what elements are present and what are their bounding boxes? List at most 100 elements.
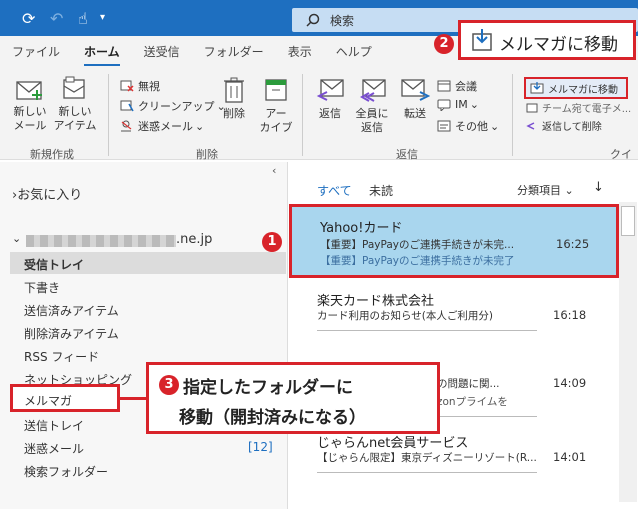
quickstep-reply-delete[interactable]: 返信して削除 (526, 118, 602, 133)
junk-label: 迷惑メール (138, 120, 193, 133)
junk-button[interactable]: 迷惑メール ⌄ (120, 118, 204, 134)
tab-folder[interactable]: フォルダー (204, 43, 264, 60)
touch-mode-icon[interactable]: ☝ (78, 9, 88, 28)
more-button[interactable]: その他 ⌄ (437, 118, 499, 134)
customize-dropdown-icon[interactable]: ▾ (100, 12, 105, 23)
message-subject: 【じゃらん限定】東京ディズニーリゾート(R... (317, 452, 537, 464)
message-item[interactable]: Yahoo!カード 【重要】PayPayのご連携手続きが未完... 【重要】Pa… (289, 204, 619, 278)
reply-all-label: 全員に 返信 (355, 107, 389, 134)
reply-all-icon (359, 79, 386, 102)
cleanup-button[interactable]: クリーンアップ ⌄ (120, 98, 226, 114)
reply-label: 返信 (319, 107, 341, 120)
junk-dropdown-icon: ⌄ (195, 119, 205, 133)
tab-view[interactable]: 表示 (288, 43, 312, 60)
message-subject: カード利用のお知らせ(本人ご利用分) (317, 310, 493, 322)
message-sender: じゃらんnet会員サービス (317, 436, 469, 451)
filter-unread[interactable]: 未読 (369, 182, 393, 199)
chevron-down-icon: ⌄ (12, 232, 22, 245)
team-email-label: チーム宛て電子メ... (542, 104, 632, 115)
sort-direction-icon[interactable]: ↓ (593, 180, 604, 195)
callout-move-label: メルマガに移動 (499, 35, 618, 55)
favorites-header[interactable]: ›お気に入り (12, 184, 82, 203)
reply-delete-label: 返信して削除 (542, 122, 602, 133)
ribbon-separator (512, 74, 513, 156)
message-list: すべて 未読 分類項目 ⌄ ↓ Yahoo!カード 【重要】PayPayのご連携… (289, 162, 638, 509)
meeting-button[interactable]: 会議 (437, 78, 477, 94)
scrollbar[interactable] (619, 202, 637, 502)
ribbon-separator (108, 74, 109, 156)
quickstep-move-to-melmaga[interactable]: メルマガに移動 (524, 77, 628, 99)
archive-icon (265, 79, 287, 101)
folder-drafts[interactable]: 下書き (24, 279, 60, 296)
message-sender: Yahoo!カード (320, 221, 403, 236)
folder-inbox[interactable]: 受信トレイ (24, 256, 84, 273)
sync-icon[interactable]: ⟳ (22, 9, 35, 28)
callout-move-to-melmaga: メルマガに移動 (458, 20, 636, 60)
message-time: 16:25 (556, 237, 590, 251)
message-item[interactable]: じゃらんnet会員サービス 【じゃらん限定】東京ディズニーリゾート(R... 1… (289, 432, 619, 492)
ignore-icon (120, 80, 134, 92)
delete-label: 削除 (223, 107, 245, 120)
callout-line-2: 移動（開封済みになる） (179, 408, 366, 428)
cleanup-label: クリーンアップ (138, 100, 215, 113)
folder-melmaga[interactable]: メルマガ (24, 392, 72, 409)
folder-search[interactable]: 検索フォルダー (24, 463, 108, 480)
folder-outbox[interactable]: 送信トレイ (24, 417, 84, 434)
folder-sent[interactable]: 送信済みアイテム (24, 302, 119, 319)
sort-dropdown[interactable]: 分類項目 ⌄ (517, 182, 574, 198)
chevron-down-icon: ⌄ (564, 184, 574, 197)
more-icon (437, 120, 451, 132)
step-1-badge: 1 (262, 232, 282, 252)
message-subject: の問題に関... (437, 378, 500, 390)
reply-button[interactable]: 返信 (312, 76, 348, 121)
reply-delete-icon (526, 121, 535, 130)
quickstep-team-email[interactable]: チーム宛て電子メ... (526, 100, 631, 115)
meeting-label: 会議 (455, 80, 477, 93)
new-item-button[interactable]: 新しい アイテム (52, 76, 98, 133)
forward-label: 転送 (404, 107, 426, 120)
account-domain: .ne.jp (176, 232, 213, 247)
account-header[interactable]: ⌄ .ne.jp (12, 232, 272, 250)
search-icon (306, 13, 320, 27)
trash-icon (224, 77, 244, 103)
new-mail-icon (16, 81, 42, 100)
tab-file[interactable]: ファイル (12, 43, 60, 60)
undo-icon[interactable]: ↶ (50, 9, 63, 28)
folder-rss[interactable]: RSS フィード (24, 348, 99, 365)
im-button[interactable]: IM ⌄ (437, 98, 479, 111)
more-dropdown-icon: ⌄ (490, 119, 500, 133)
tab-home[interactable]: ホーム (84, 43, 120, 67)
scrollbar-thumb[interactable] (621, 206, 635, 236)
message-preview: 【重要】PayPayのご連携手続きが未完了 (320, 255, 515, 267)
quickstep-melmaga-label: メルマガに移動 (548, 84, 618, 96)
message-time: 14:09 (553, 376, 587, 390)
folder-deleted[interactable]: 削除済みアイテム (24, 325, 119, 342)
message-item[interactable]: 楽天カード株式会社 カード利用のお知らせ(本人ご利用分) 16:18 (289, 286, 619, 336)
folder-junk[interactable]: 迷惑メール (24, 440, 84, 457)
junk-icon (121, 120, 132, 132)
tab-help[interactable]: ヘルプ (336, 43, 372, 60)
step-3-badge: 3 (159, 375, 179, 395)
group-label-respond: 返信 (396, 148, 418, 161)
reply-icon (316, 79, 344, 101)
new-mail-label: 新しい メール (13, 105, 47, 132)
archive-button[interactable]: アー カイブ (256, 76, 296, 135)
message-time: 14:01 (553, 450, 587, 464)
forward-button[interactable]: 転送 (397, 76, 433, 121)
new-mail-button[interactable]: 新しい メール (10, 76, 50, 133)
group-label-new: 新規作成 (30, 148, 74, 161)
collapse-pane-icon[interactable]: ‹ (272, 164, 276, 177)
chat-icon (437, 99, 451, 111)
ignore-label: 無視 (138, 80, 160, 93)
tab-send-receive[interactable]: 送受信 (144, 43, 180, 60)
reply-all-button[interactable]: 全員に 返信 (352, 76, 392, 135)
im-dropdown-icon: ⌄ (469, 98, 479, 111)
move-folder-icon (530, 82, 544, 94)
account-blurred-name (26, 235, 176, 247)
ignore-button[interactable]: 無視 (120, 78, 160, 94)
message-time: 16:18 (553, 308, 587, 322)
ribbon: 新しい メール 新しい アイテム 無視 クリーンアップ ⌄ 迷惑メール ⌄ 削除 ア… (0, 66, 638, 177)
delete-button[interactable]: 削除 (218, 76, 250, 121)
filter-all[interactable]: すべて (317, 182, 352, 199)
archive-label: アー カイブ (259, 107, 293, 134)
